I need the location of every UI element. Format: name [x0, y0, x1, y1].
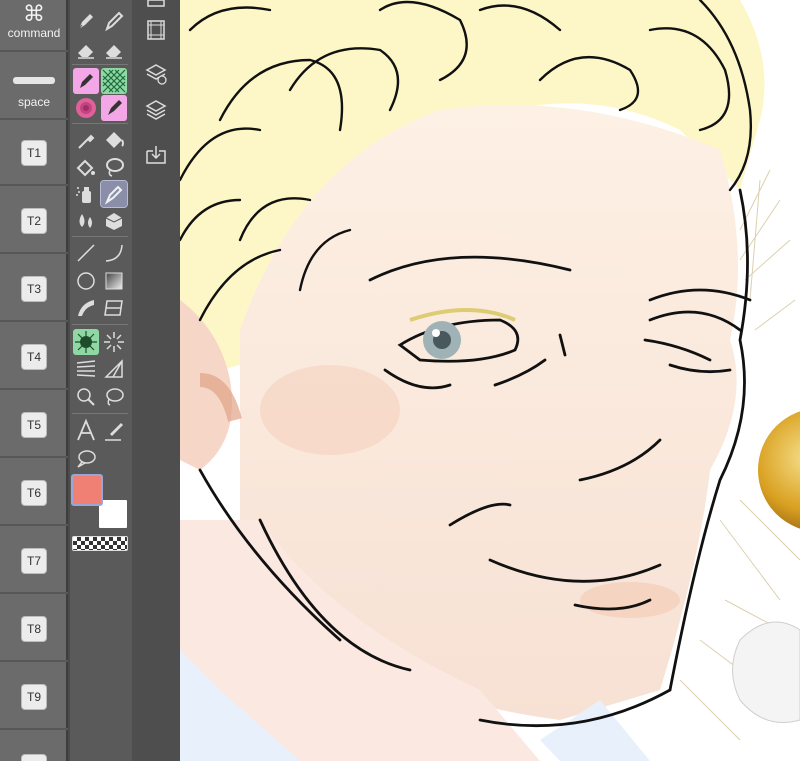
illustration: [180, 0, 800, 761]
command-label: command: [7, 26, 61, 40]
shortcut-t1-button[interactable]: T1: [0, 120, 68, 186]
perspective-tool-icon[interactable]: [101, 356, 127, 382]
divider: [72, 413, 128, 414]
balloon-pen-icon[interactable]: [101, 418, 127, 444]
shortcut-t10-button[interactable]: [0, 732, 68, 761]
divider: [72, 236, 128, 237]
shortcut-t4-button[interactable]: T4: [0, 324, 68, 390]
shortcut-t9-button[interactable]: T9: [0, 664, 68, 730]
import-icon[interactable]: [144, 143, 168, 167]
selected-pen-tool-icon[interactable]: [100, 180, 128, 208]
shortcut-t9-label: T9: [21, 684, 47, 710]
eyedropper-tool-icon[interactable]: [73, 127, 99, 153]
marker-tool-icon[interactable]: [101, 8, 127, 34]
custom-pen-icon[interactable]: [73, 68, 99, 94]
divider: [72, 123, 128, 124]
shortcut-t2-label: T2: [21, 208, 47, 234]
space-bar-icon: [13, 77, 55, 84]
layers-icon[interactable]: [144, 98, 168, 122]
flash-effect-icon[interactable]: [73, 329, 99, 355]
flower-brush-icon[interactable]: [73, 95, 99, 121]
shortcut-t7-label: T7: [21, 548, 47, 574]
divider: [72, 64, 128, 65]
panel-tool-icon[interactable]: [101, 295, 127, 321]
command-key-button[interactable]: ⌘ command: [0, 0, 68, 52]
shortcut-t5-button[interactable]: T5: [0, 392, 68, 458]
speed-line-icon[interactable]: [73, 295, 99, 321]
shortcut-t7-button[interactable]: T7: [0, 528, 68, 594]
bucket-fill-icon[interactable]: [73, 154, 99, 180]
shortcut-t6-label: T6: [21, 480, 47, 506]
shortcut-t8-label: T8: [21, 616, 47, 642]
focus-lines-icon[interactable]: [101, 329, 127, 355]
shortcut-t10-key: [21, 754, 47, 761]
space-key-button[interactable]: space: [0, 52, 68, 120]
zoom-tool-icon[interactable]: [73, 384, 99, 410]
command-icon: ⌘: [23, 2, 45, 27]
fill-tool-icon[interactable]: [101, 127, 127, 153]
drawing-canvas[interactable]: [180, 0, 800, 761]
liquify-tool-icon[interactable]: [101, 208, 127, 234]
space-label: space: [17, 95, 51, 109]
curve-tool-icon[interactable]: [101, 240, 127, 266]
shortcut-t5-label: T5: [21, 412, 47, 438]
shortcut-t3-button[interactable]: T3: [0, 256, 68, 322]
eraser-tool-icon[interactable]: [73, 36, 99, 62]
decoration-brush-icon[interactable]: [101, 95, 127, 121]
film-icon[interactable]: [144, 18, 168, 42]
blend-tool-icon[interactable]: [73, 208, 99, 234]
gradient-tool-icon[interactable]: [101, 268, 127, 294]
halftone-brush-icon[interactable]: [101, 68, 127, 94]
airbrush-tool-icon[interactable]: [73, 181, 99, 207]
text-tool-icon[interactable]: [73, 418, 99, 444]
shortcut-t3-label: T3: [21, 276, 47, 302]
line-tool-icon[interactable]: [73, 240, 99, 266]
lasso-select-icon[interactable]: [101, 384, 127, 410]
transparent-color-swatch[interactable]: [72, 536, 128, 551]
command-strip: [132, 0, 180, 761]
parallel-lines-icon[interactable]: [73, 356, 99, 382]
shortcut-t1-label: T1: [21, 140, 47, 166]
layer-properties-icon[interactable]: [144, 62, 168, 86]
balloon-tool-icon[interactable]: [73, 446, 99, 472]
pen-tool-icon[interactable]: [73, 8, 99, 34]
main-color-swatch[interactable]: [71, 474, 103, 506]
shortcut-t8-button[interactable]: T8: [0, 596, 68, 662]
soft-eraser-tool-icon[interactable]: [101, 36, 127, 62]
shortcut-panel: ⌘ command space T1 T2 T3 T4 T5 T6 T7 T8 …: [0, 0, 68, 761]
shortcut-t6-button[interactable]: T6: [0, 460, 68, 526]
shortcut-t4-label: T4: [21, 344, 47, 370]
ellipse-tool-icon[interactable]: [73, 268, 99, 294]
shortcut-t2-button[interactable]: T2: [0, 188, 68, 254]
divider: [72, 324, 128, 325]
lasso-fill-icon[interactable]: [101, 154, 127, 180]
